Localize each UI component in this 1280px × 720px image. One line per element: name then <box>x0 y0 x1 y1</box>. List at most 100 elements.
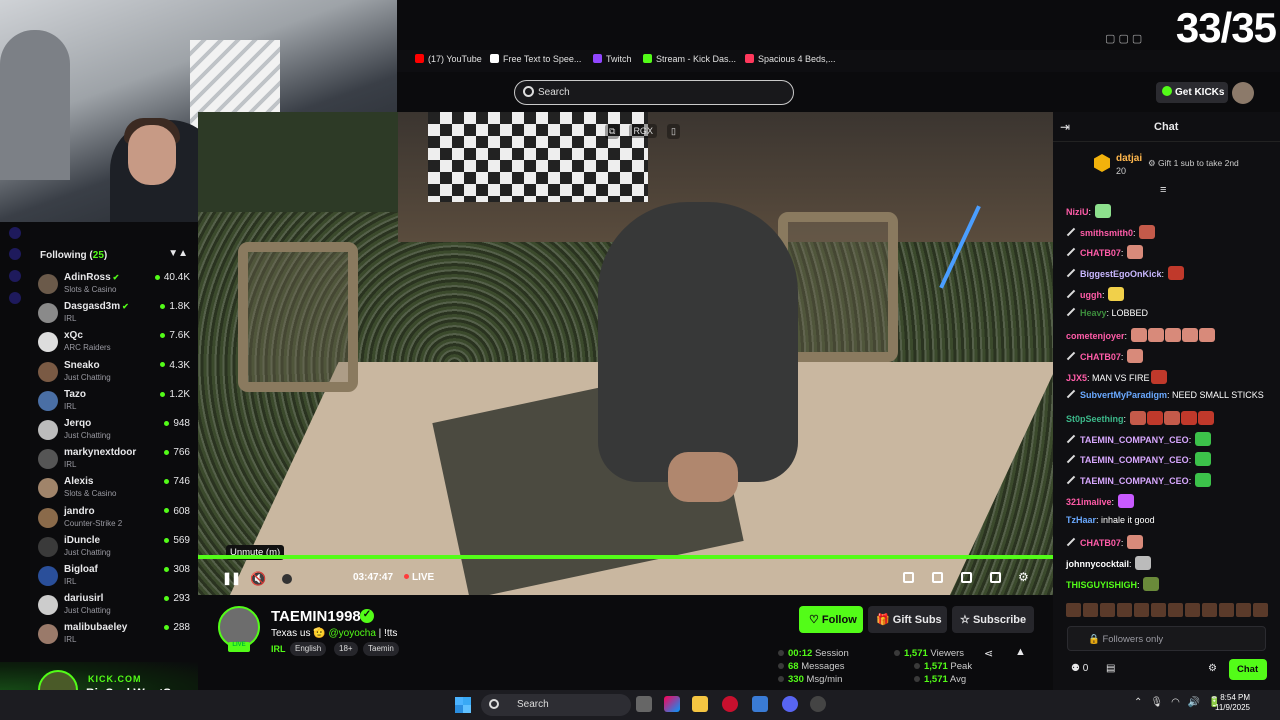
chat-username[interactable]: johnnycocktail <box>1066 559 1129 569</box>
following-channel[interactable]: AdinRoss ✔ Slots & Casino 40.4K <box>38 270 190 299</box>
chat-username[interactable]: Heavy <box>1080 308 1107 318</box>
chat-username[interactable]: TAEMIN_COMPANY_CEO <box>1080 435 1189 445</box>
stream-category[interactable]: IRL <box>271 644 286 654</box>
following-channel[interactable]: jandro Counter-Strike 2 608 <box>38 504 190 533</box>
tag-age[interactable]: 18+ <box>334 642 358 656</box>
chat-username[interactable]: JJX5 <box>1066 373 1087 383</box>
pip-icon[interactable]: ⧉ <box>605 124 620 139</box>
taskbar-clock[interactable]: 8:54 PM 11/9/2025 <box>1214 693 1250 713</box>
get-kicks-button[interactable]: Get KICKs <box>1156 82 1228 103</box>
emote-icon <box>1147 328 1164 343</box>
user-avatar[interactable] <box>1232 82 1254 104</box>
following-channel[interactable]: Alexis Slots & Casino 746 <box>38 474 190 503</box>
share-icon[interactable]: ⋖ <box>984 647 993 660</box>
report-icon[interactable]: ▲ <box>1015 646 1026 658</box>
chat-message: uggh: <box>1066 286 1276 305</box>
settings-gear-icon[interactable]: ⚙ <box>1018 570 1029 584</box>
following-channel[interactable]: Sneako Just Chatting 4.3K <box>38 358 190 387</box>
chat-username[interactable]: BiggestEgoOnKick <box>1080 269 1162 279</box>
bookmark-item[interactable]: (17) YouTube <box>415 54 482 64</box>
nav-icon[interactable] <box>9 270 21 282</box>
kicks-balance[interactable]: ⚉ 0 <box>1071 663 1088 674</box>
title-mention[interactable]: @yoyocha <box>328 628 375 639</box>
following-channel[interactable]: Dasgasd3m ✔ IRL 1.8K <box>38 299 190 328</box>
chat-username[interactable]: TzHaar <box>1066 515 1096 525</box>
windows-start-icon[interactable] <box>455 697 471 713</box>
nav-icon[interactable] <box>9 248 21 260</box>
chat-username[interactable]: smithsmith0 <box>1080 228 1133 238</box>
following-channel[interactable]: malibubaeley IRL 288 <box>38 620 190 649</box>
chat-username[interactable]: TAEMIN_COMPANY_CEO <box>1080 455 1189 465</box>
emote-icon <box>1146 411 1163 425</box>
emote-icon <box>1126 245 1143 260</box>
theater-button-icon[interactable] <box>961 572 972 583</box>
following-channel[interactable]: dariusirl Just Chatting 293 <box>38 591 190 620</box>
video-top-badges: ⧉ RGX ▯ <box>605 124 690 139</box>
discord-icon[interactable] <box>782 696 798 712</box>
taskbar-search[interactable]: Search <box>481 694 631 716</box>
chat-username[interactable]: TAEMIN_COMPANY_CEO <box>1080 476 1189 486</box>
store-app-icon[interactable] <box>752 696 768 712</box>
fullscreen-icon[interactable] <box>990 572 1001 583</box>
emote-icon <box>1167 266 1184 281</box>
nav-icon[interactable] <box>9 292 21 304</box>
emote-bar[interactable] <box>1066 603 1276 618</box>
chat-username[interactable]: St0pSeething <box>1066 414 1124 424</box>
following-channel[interactable]: iDuncle Just Chatting 569 <box>38 533 190 562</box>
nav-icon[interactable] <box>9 227 21 239</box>
tag-taemin[interactable]: Taemin <box>363 642 399 656</box>
following-channel[interactable]: xQc ARC Raiders 7.6K <box>38 328 190 357</box>
follow-button[interactable]: ♡ Follow <box>799 606 863 633</box>
bookmark-item[interactable]: Spacious 4 Beds,... <box>745 54 836 64</box>
obs-icon[interactable] <box>810 696 826 712</box>
chat-username[interactable]: SubvertMyParadigm <box>1080 390 1167 400</box>
pause-button[interactable]: ❚❚ <box>222 571 241 585</box>
chat-message: cometenjoyer: <box>1066 328 1276 346</box>
pinned-user[interactable]: datjai <box>1116 153 1142 164</box>
chat-input[interactable]: 🔒 Followers only <box>1067 626 1266 651</box>
collapse-chat-icon[interactable]: ⇥ <box>1060 120 1070 134</box>
store-icon[interactable]: ▤ <box>1106 663 1115 674</box>
mute-icon[interactable]: 🔇 <box>250 571 266 587</box>
channel-name: Sneako <box>64 359 100 371</box>
send-chat-button[interactable]: Chat <box>1229 659 1267 680</box>
task-view-icon[interactable] <box>636 696 652 712</box>
chat-username[interactable]: CHATB07 <box>1080 352 1121 362</box>
channel-name: malibubaeley <box>64 622 128 634</box>
scroll-indicator-icon[interactable]: ≡ <box>1160 184 1166 196</box>
bookmarks-bar: (17) YouTube Free Text to Spee... Twitch St… <box>397 50 1280 72</box>
chat-settings-icon[interactable]: ⚙ <box>1208 663 1217 674</box>
subscribe-button[interactable]: ☆ Subscribe <box>952 606 1034 633</box>
bookmark-item[interactable]: Twitch <box>593 54 632 64</box>
copilot-icon[interactable] <box>664 696 680 712</box>
collapse-icon[interactable]: ▼▲ <box>168 248 188 259</box>
file-explorer-icon[interactable] <box>692 696 708 712</box>
gift-subs-button[interactable]: 🎁 Gift Subs <box>868 606 947 633</box>
pip-button-icon[interactable] <box>903 572 914 583</box>
chat-username[interactable]: cometenjoyer <box>1066 331 1125 341</box>
chat-username[interactable]: CHATB07 <box>1080 538 1121 548</box>
bookmark-item[interactable]: Free Text to Spee... <box>490 54 581 64</box>
progress-bar[interactable] <box>198 555 1053 559</box>
chat-username[interactable]: 321imalive <box>1066 497 1112 507</box>
volume-slider[interactable] <box>282 574 292 584</box>
video-player[interactable] <box>198 112 1053 595</box>
following-channel[interactable]: markynextdoor IRL 766 <box>38 445 190 474</box>
tag-language[interactable]: English <box>290 642 327 656</box>
chat-username[interactable]: THISGUYISHIGH <box>1066 580 1137 590</box>
following-channel[interactable]: Bigloaf IRL 308 <box>38 562 190 591</box>
clip-button-icon[interactable] <box>932 572 943 583</box>
search-input[interactable]: Search <box>514 80 794 105</box>
following-channel[interactable]: Tazo IRL 1.2K <box>38 387 190 416</box>
following-channel[interactable]: Jerqo Just Chatting 948 <box>38 416 190 445</box>
browser-extension-icons[interactable]: ▢ ▢ ▢ <box>1105 32 1142 45</box>
chat-username[interactable]: uggh <box>1080 290 1102 300</box>
opera-icon[interactable] <box>722 696 738 712</box>
emote-icon <box>1108 286 1125 301</box>
theater-icon[interactable]: ▯ <box>666 124 680 139</box>
bookmark-item[interactable]: Stream - Kick Das... <box>643 54 736 64</box>
badge-icon <box>1066 248 1076 257</box>
chat-username[interactable]: CHATB07 <box>1080 248 1121 258</box>
chat-username[interactable]: NiziU <box>1066 207 1089 217</box>
streamer-name[interactable]: TAEMIN1998 <box>271 608 361 625</box>
